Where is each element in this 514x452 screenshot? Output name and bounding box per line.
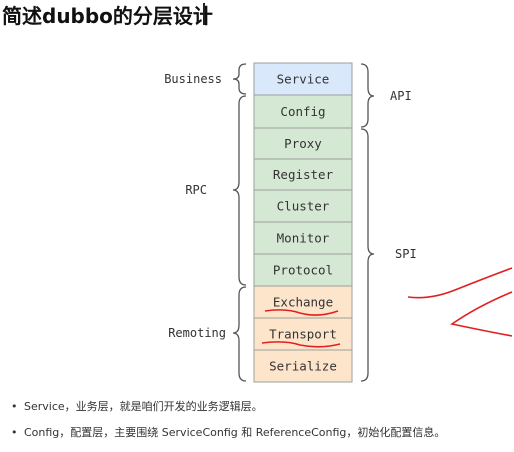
group-label-rpc: RPC <box>185 183 207 197</box>
layer-diagram: Service Config Proxy Register Cluster Monitor… <box>164 62 513 383</box>
list-item: Service，业务层，就是咱们开发的业务逻辑层。 <box>8 400 514 426</box>
layer-label-exchange: Exchange <box>273 295 333 310</box>
brace-business <box>232 63 247 95</box>
group-label-remoting: Remoting <box>168 326 226 340</box>
layer-label-transport: Transport <box>269 327 337 342</box>
annotation-stroke-pointer <box>450 291 513 337</box>
layer-label-protocol: Protocol <box>273 263 333 278</box>
brace-remoting <box>232 286 247 382</box>
brace-rpc <box>232 95 247 286</box>
group-label-spi: SPI <box>395 247 417 261</box>
group-label-api: API <box>390 89 412 103</box>
layer-label-cluster: Cluster <box>277 199 330 214</box>
list-item: Config，配置层，主要围绕 ServiceConfig 和 Referenc… <box>8 426 514 452</box>
layer-label-service: Service <box>277 72 330 87</box>
layer-label-proxy: Proxy <box>284 136 322 151</box>
layer-label-register: Register <box>273 167 334 182</box>
description-list: Service，业务层，就是咱们开发的业务逻辑层。 Config，配置层，主要围… <box>8 400 514 452</box>
layer-label-serialize: Serialize <box>269 359 337 374</box>
brace-api <box>360 63 375 128</box>
brace-spi <box>360 128 375 382</box>
layer-label-monitor: Monitor <box>277 231 330 246</box>
layer-label-config: Config <box>280 104 325 119</box>
annotation-stroke-arrow <box>407 267 513 299</box>
group-label-business: Business <box>164 72 222 86</box>
